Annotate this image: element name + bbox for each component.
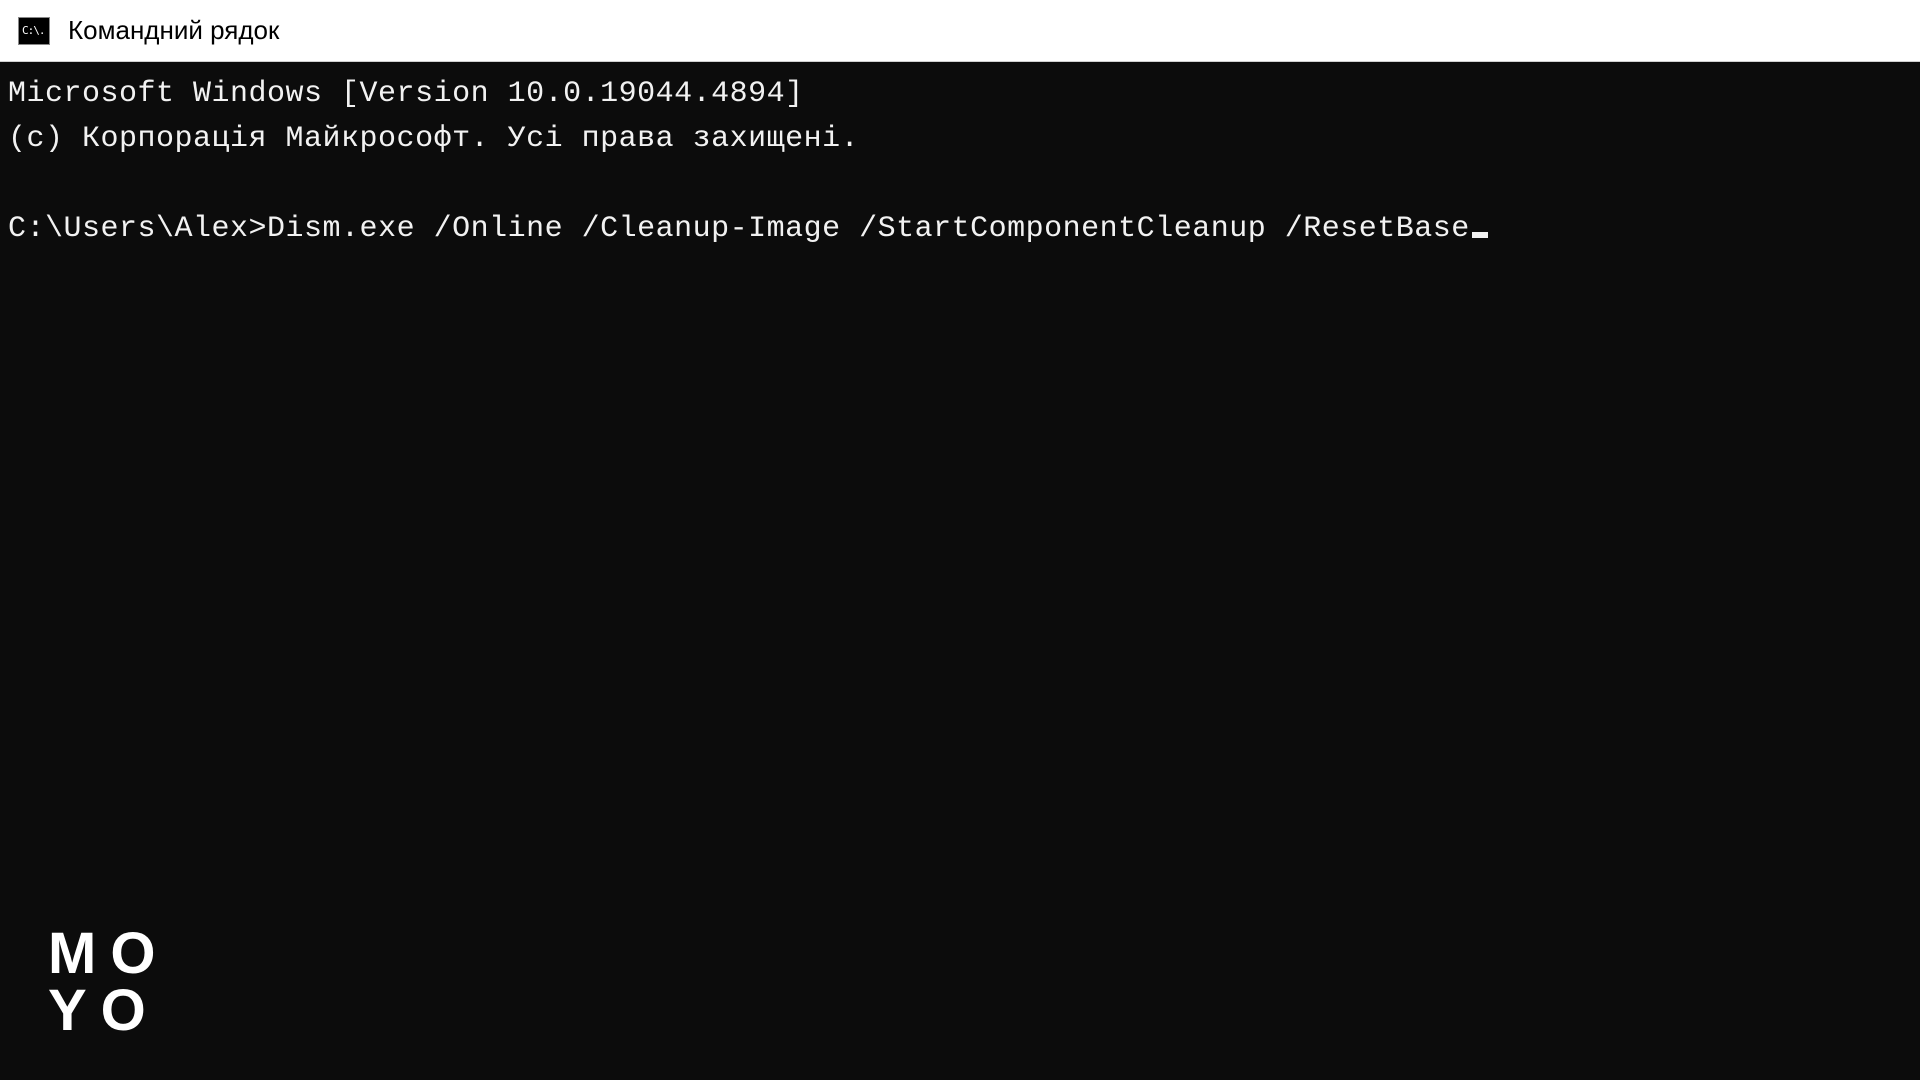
cmd-icon-glyph: C:\. — [22, 24, 45, 37]
watermark-logo: MO YO — [48, 926, 169, 1040]
command-input[interactable]: Dism.exe /Online /Cleanup-Image /StartCo… — [267, 212, 1470, 246]
cmd-icon: C:\. — [18, 17, 50, 45]
watermark-line-2: YO — [48, 983, 169, 1040]
terminal-output[interactable]: Microsoft Windows [Version 10.0.19044.48… — [0, 62, 1920, 1080]
prompt-path: C:\Users\Alex> — [8, 212, 267, 246]
version-line: Microsoft Windows [Version 10.0.19044.48… — [8, 77, 804, 111]
window-titlebar[interactable]: C:\. Командний рядок — [0, 0, 1920, 62]
copyright-line: (c) Корпорація Майкрософт. Усі права зах… — [8, 122, 859, 156]
text-cursor — [1472, 232, 1488, 238]
watermark-line-1: MO — [48, 926, 169, 983]
window-title: Командний рядок — [68, 15, 279, 46]
